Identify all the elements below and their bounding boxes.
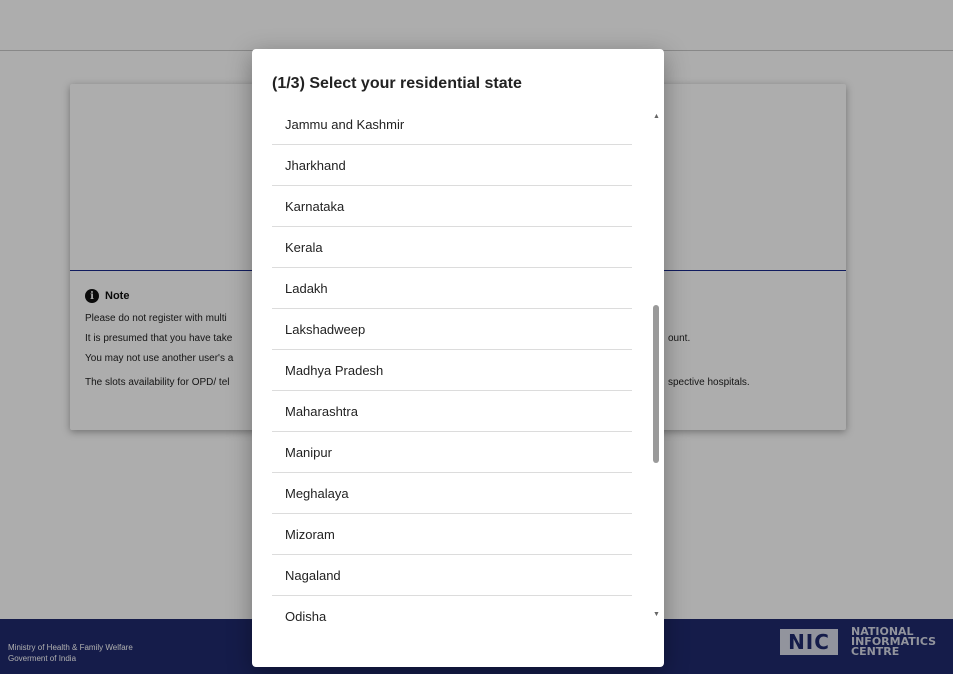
dialog-title: (1/3) Select your residential state [272, 75, 522, 92]
state-option-jharkhand[interactable]: Jharkhand [272, 145, 632, 186]
state-select-dialog: (1/3) Select your residential state Jamm… [252, 49, 664, 667]
state-option-manipur[interactable]: Manipur [272, 432, 632, 473]
state-option-ladakh[interactable]: Ladakh [272, 268, 632, 309]
scrollbar-thumb[interactable] [653, 305, 659, 463]
state-option-meghalaya[interactable]: Meghalaya [272, 473, 632, 514]
state-option-madhya-pradesh[interactable]: Madhya Pradesh [272, 350, 632, 391]
state-option-karnataka[interactable]: Karnataka [272, 186, 632, 227]
state-option-nagaland[interactable]: Nagaland [272, 555, 632, 596]
state-option-mizoram[interactable]: Mizoram [272, 514, 632, 555]
state-option-odisha[interactable]: Odisha [272, 596, 632, 636]
state-option-jammu-and-kashmir[interactable]: Jammu and Kashmir [272, 104, 632, 145]
state-option-lakshadweep[interactable]: Lakshadweep [272, 309, 632, 350]
scroll-down-arrow-icon[interactable]: ▼ [653, 611, 660, 618]
state-option-kerala[interactable]: Kerala [272, 227, 632, 268]
scroll-up-arrow-icon[interactable]: ▲ [653, 113, 660, 120]
state-option-maharashtra[interactable]: Maharashtra [272, 391, 632, 432]
state-list: Jammu and Kashmir Jharkhand Karnataka Ke… [272, 104, 632, 636]
